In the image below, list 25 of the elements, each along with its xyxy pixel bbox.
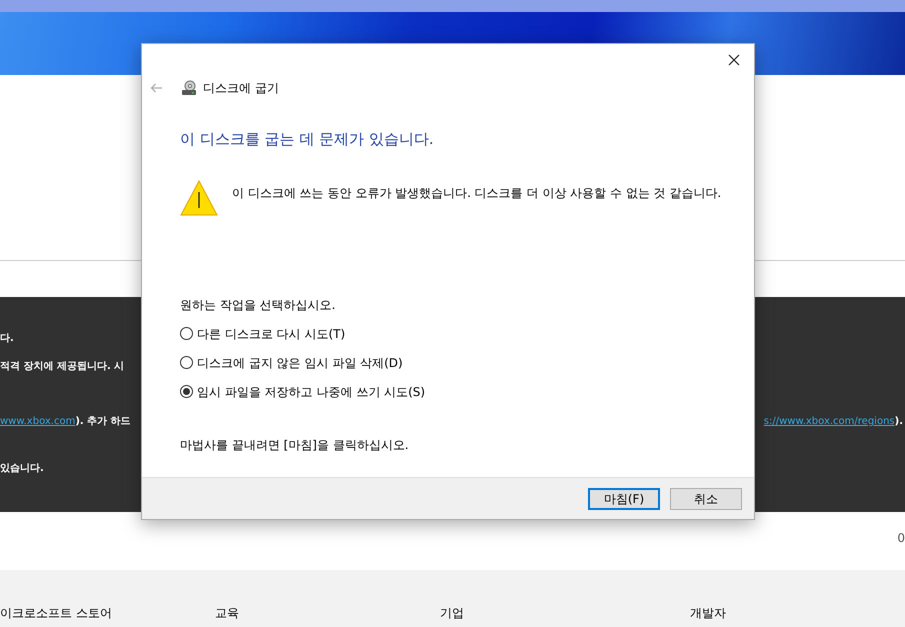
footer-heading: 개발자 <box>690 605 726 622</box>
disc-drive-icon <box>181 80 197 96</box>
footer-heading: 기업 <box>440 605 464 622</box>
error-message: 이 디스크에 쓰는 동안 오류가 발생했습니다. 디스크를 더 이상 사용할 수 없는 것 같습니다. <box>232 184 722 202</box>
link[interactable]: s://www.xbox.com/regions <box>764 414 895 429</box>
link[interactable]: www.xbox.com <box>0 414 76 429</box>
close-icon[interactable] <box>728 54 740 66</box>
error-heading: 이 디스크를 굽는 데 문제가 있습니다. <box>180 129 435 150</box>
radio-option[interactable]: 디스크에 굽지 않은 임시 파일 삭제(D) <box>180 354 754 372</box>
finish-button[interactable]: 마침(F) <box>588 488 660 510</box>
body-text: ). 추가 하드 <box>75 415 131 429</box>
radio-option[interactable]: 다른 디스크로 다시 시도(T) <box>180 324 754 342</box>
body-text: 다. <box>0 332 14 346</box>
prompt-text: 원하는 작업을 선택하십시오. <box>180 296 336 314</box>
footer-heading: 교육 <box>215 605 239 622</box>
radio-option[interactable]: 임시 파일을 저장하고 나중에 쓰기 시도(S) <box>180 382 754 400</box>
body-text: 0 <box>897 530 905 547</box>
body-text: 적격 장치에 제공됩니다. 시 <box>0 360 124 374</box>
warning-icon <box>180 180 218 216</box>
dialog-title: 디스크에 굽기 <box>203 80 279 97</box>
cancel-button[interactable]: 취소 <box>670 488 742 510</box>
body-text: ). <box>894 415 903 429</box>
hint-text: 마법사를 끝내려면 [마침]을 클릭하십시오. <box>180 436 410 454</box>
footer-heading: 이크로소프트 스토어 <box>0 605 112 622</box>
body-text: 있습니다. <box>0 462 44 476</box>
